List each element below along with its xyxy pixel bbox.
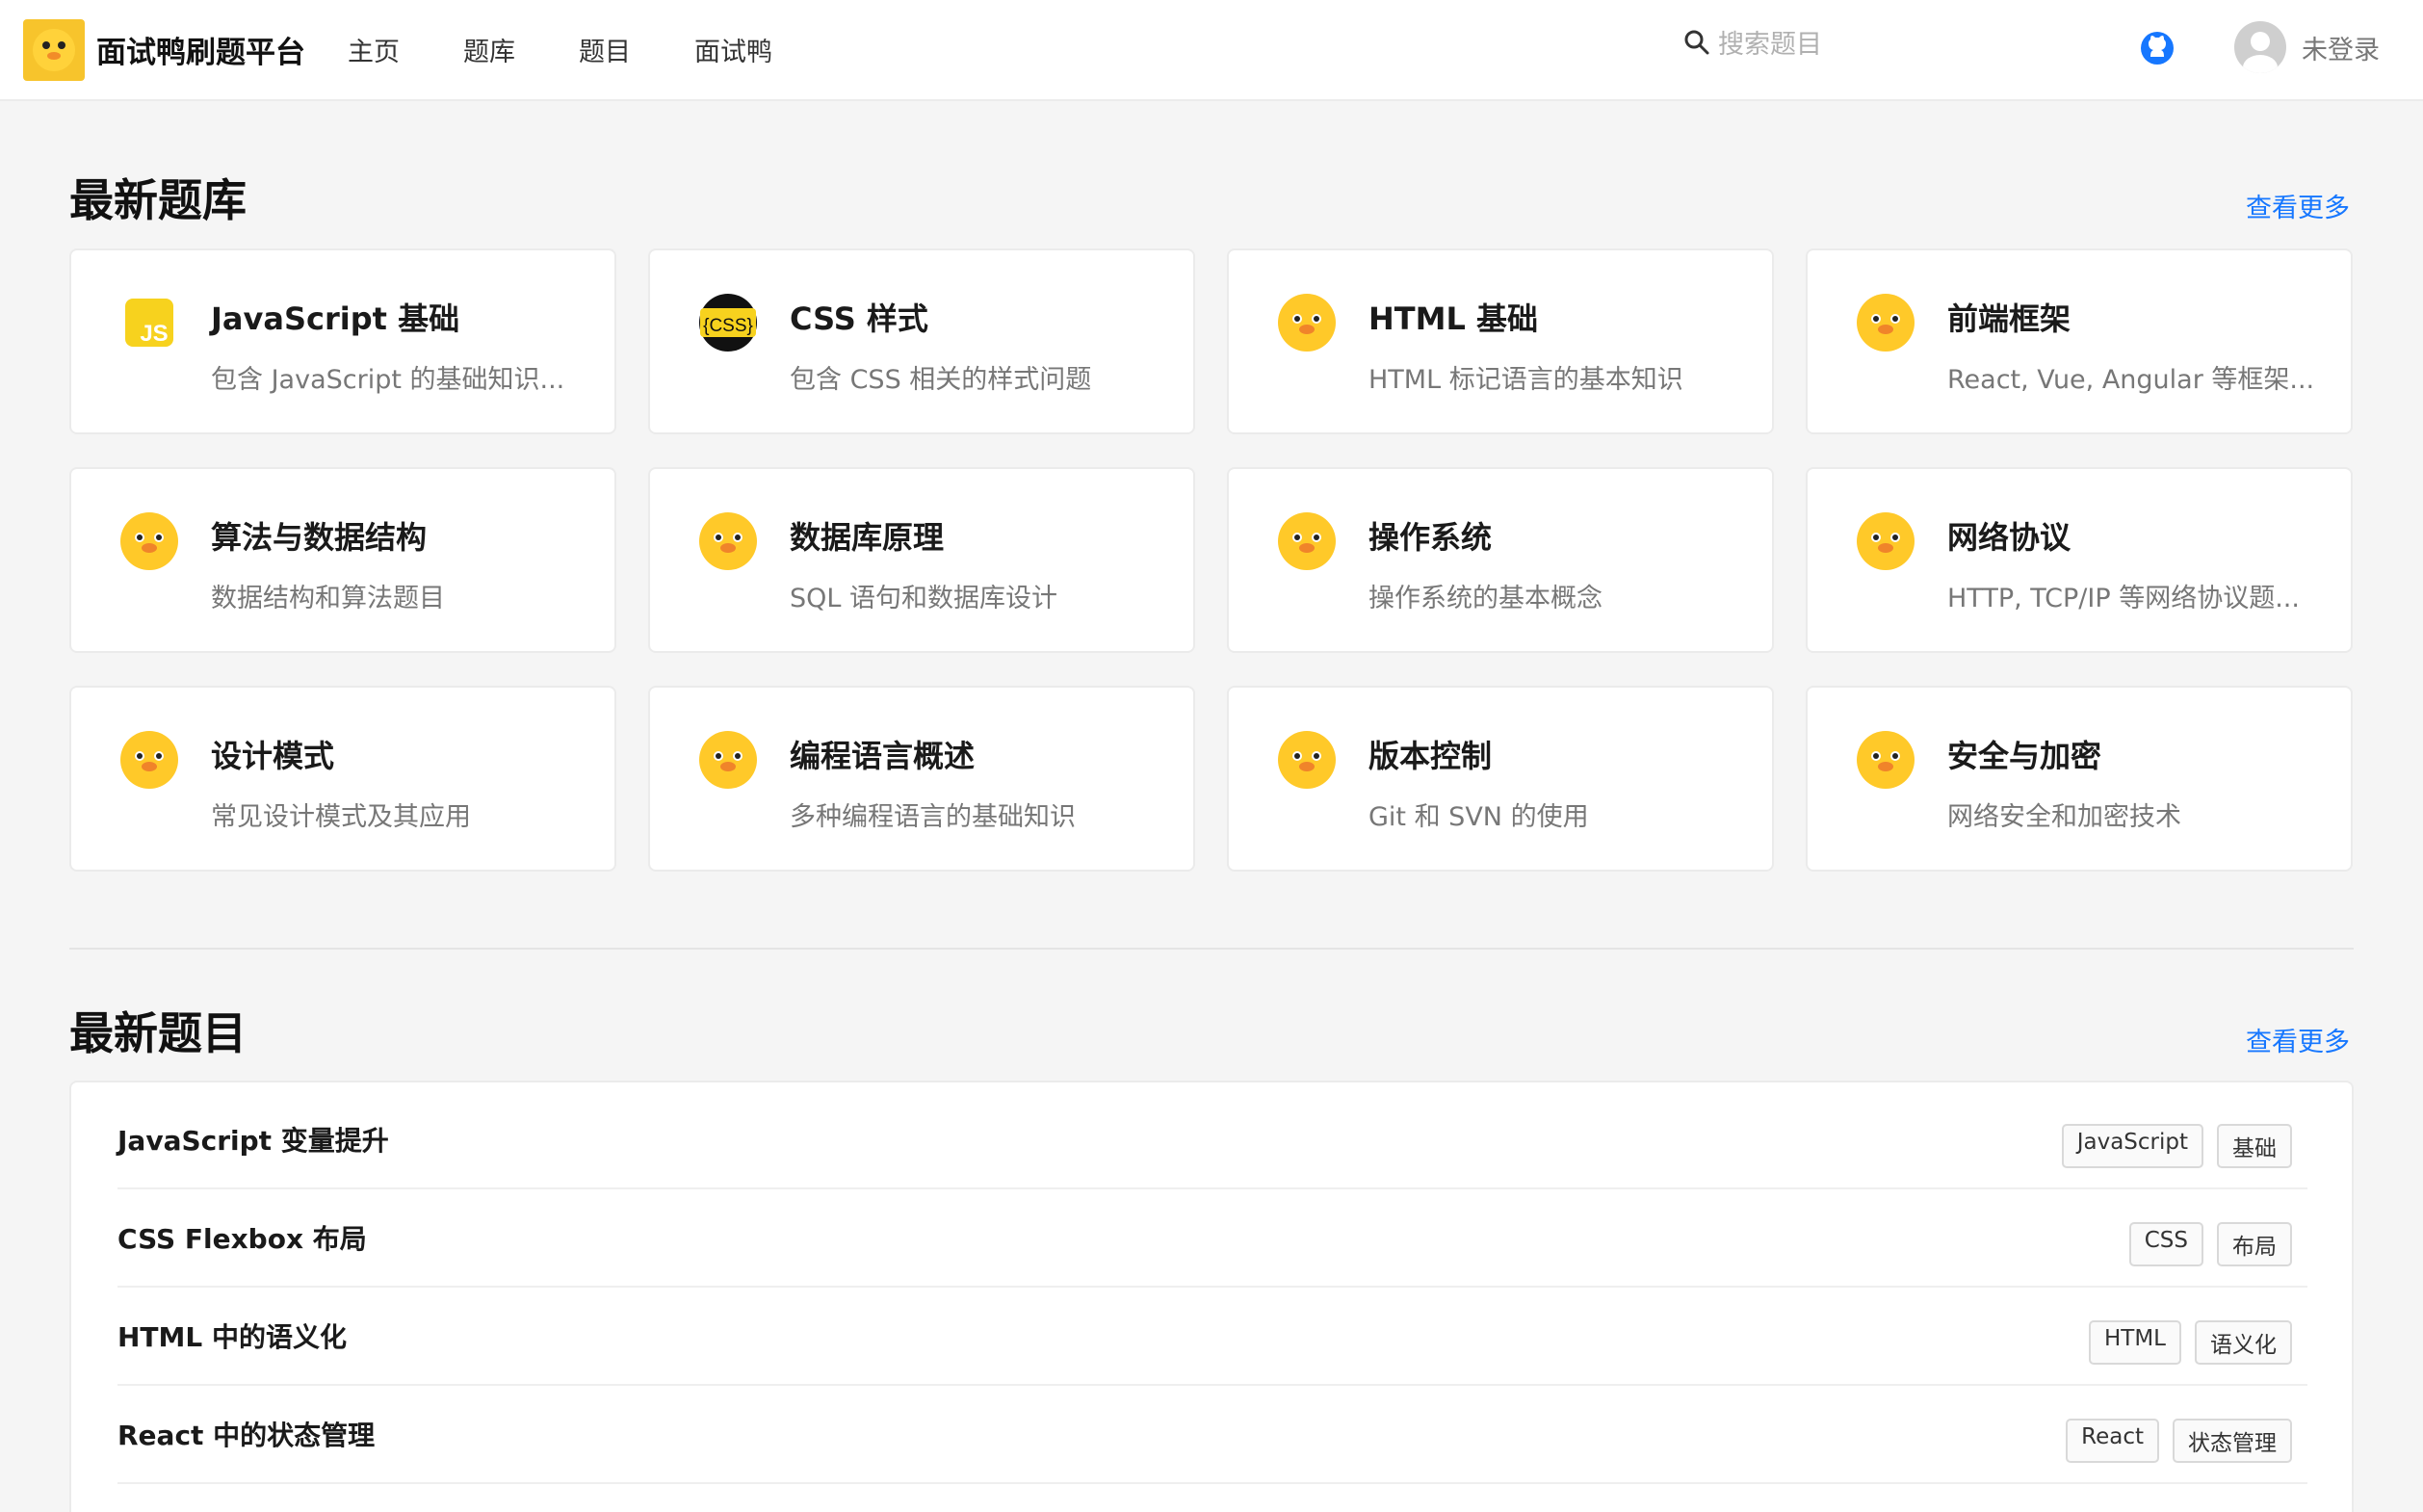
duck-icon (1856, 293, 1915, 352)
svg-text:{CSS}: {CSS} (703, 316, 753, 336)
bank-description: SQL 语句和数据库设计 (790, 584, 1058, 613)
duck-icon (1277, 293, 1337, 352)
question-tag[interactable]: 状态管理 (2173, 1419, 2292, 1463)
questions-more-link[interactable]: 查看更多 (2246, 1021, 2350, 1058)
bank-card[interactable]: 设计模式常见设计模式及其应用 (69, 686, 616, 872)
banks-section-title: 最新题库 (69, 174, 247, 226)
question-row[interactable]: JavaScript 变量提升 JavaScript 基础 (117, 1091, 2307, 1189)
bank-title: HTML 基础 (1368, 300, 1538, 337)
section-divider (69, 948, 2354, 950)
brand-name: 面试鸭刷题平台 (96, 36, 305, 70)
nav-item-home[interactable]: 主页 (348, 31, 400, 68)
bank-description: HTTP, TCP/IP 等网络协议题... (1947, 584, 2300, 613)
duck-logo-icon (23, 18, 85, 81)
question-row[interactable]: React 中的状态管理 React 状态管理 (117, 1386, 2307, 1484)
bank-card[interactable]: {CSS} CSS 样式包含 CSS 相关的样式问题 (648, 248, 1195, 434)
bank-description: Git 和 SVN 的使用 (1368, 802, 1589, 832)
question-title[interactable]: JavaScript 变量提升 (117, 1120, 389, 1159)
js-icon: JS (119, 293, 179, 352)
question-tags: JavaScript 基础 (2048, 1124, 2292, 1168)
bank-card[interactable]: JS JavaScript 基础包含 JavaScript 的基础知识... (69, 248, 616, 434)
nav-item-banks[interactable]: 题库 (463, 31, 515, 68)
question-tag[interactable]: React (2066, 1419, 2159, 1463)
duck-icon (698, 511, 758, 571)
duck-icon (1856, 730, 1915, 790)
bank-description: 包含 JavaScript 的基础知识... (211, 365, 565, 395)
github-icon[interactable] (2140, 31, 2175, 65)
svg-text:JS: JS (140, 321, 168, 347)
bank-card[interactable]: 网络协议 HTTP, TCP/IP 等网络协议题... (1806, 467, 2353, 653)
css-icon: {CSS} (698, 293, 758, 352)
bank-card[interactable]: HTML 基础 HTML 标记语言的基本知识 (1227, 248, 1774, 434)
bank-title: 版本控制 (1368, 738, 1493, 774)
question-tag[interactable]: 布局 (2217, 1222, 2292, 1266)
bank-card[interactable]: 算法与数据结构数据结构和算法题目 (69, 467, 616, 653)
bank-description: 多种编程语言的基础知识 (790, 802, 1076, 832)
bank-description: React, Vue, Angular 等框架... (1947, 365, 2315, 395)
bank-description: 包含 CSS 相关的样式问题 (790, 365, 1092, 395)
bank-title: 数据库原理 (790, 519, 945, 556)
duck-icon (119, 730, 179, 790)
bank-card[interactable]: 前端框架 React, Vue, Angular 等框架... (1806, 248, 2353, 434)
question-tags: CSS 布局 (2116, 1222, 2292, 1266)
question-tag[interactable]: 基础 (2217, 1124, 2292, 1168)
duck-icon (1277, 730, 1337, 790)
nav-item-mianshiya[interactable]: 面试鸭 (694, 31, 772, 68)
banks-more-link[interactable]: 查看更多 (2246, 187, 2350, 224)
question-row[interactable]: CSS Flexbox 布局 CSS 布局 (117, 1189, 2307, 1288)
search-icon[interactable] (1683, 29, 1710, 60)
bank-title: 前端框架 (1947, 300, 2071, 337)
duck-icon (698, 730, 758, 790)
bank-description: 常见设计模式及其应用 (211, 802, 471, 832)
question-tag[interactable]: HTML (2088, 1320, 2181, 1365)
bank-title: 安全与加密 (1947, 738, 2102, 774)
question-tag[interactable]: CSS (2128, 1222, 2203, 1266)
brand[interactable]: 面试鸭刷题平台 (23, 18, 305, 81)
bank-card[interactable]: 操作系统操作系统的基本概念 (1227, 467, 1774, 653)
question-title[interactable]: CSS Flexbox 布局 (117, 1218, 367, 1257)
duck-icon (119, 511, 179, 571)
bank-description: 数据结构和算法题目 (211, 584, 445, 613)
main-nav: 主页 题库 题目 面试鸭 (348, 31, 836, 68)
bank-description: HTML 标记语言的基本知识 (1368, 365, 1683, 395)
bank-title: 算法与数据结构 (211, 519, 428, 556)
nav-item-questions[interactable]: 题目 (579, 31, 631, 68)
question-tag[interactable]: JavaScript (2061, 1124, 2203, 1168)
bank-title: 编程语言概述 (790, 738, 976, 774)
bank-card[interactable]: 数据库原理 SQL 语句和数据库设计 (648, 467, 1195, 653)
search-input[interactable] (1718, 29, 1911, 60)
login-status: 未登录 (2302, 35, 2380, 65)
question-list: JavaScript 变量提升 JavaScript 基础 CSS Flexbox 布… (69, 1081, 2354, 1512)
duck-icon (1277, 511, 1337, 571)
question-tags: React 状态管理 (2052, 1419, 2292, 1463)
question-row[interactable]: HTML 中的语义化 HTML 语义化 (117, 1288, 2307, 1386)
user-menu[interactable]: 未登录 (2234, 21, 2380, 73)
bank-card[interactable]: 安全与加密网络安全和加密技术 (1806, 686, 2353, 872)
bank-title: 设计模式 (211, 738, 335, 774)
bank-description: 操作系统的基本概念 (1368, 584, 1602, 613)
questions-section-title: 最新题目 (69, 1007, 247, 1059)
duck-icon (1856, 511, 1915, 571)
bank-title: 操作系统 (1368, 519, 1493, 556)
bank-title: 网络协议 (1947, 519, 2071, 556)
bank-card[interactable]: 编程语言概述多种编程语言的基础知识 (648, 686, 1195, 872)
bank-title: CSS 样式 (790, 300, 928, 337)
question-tag[interactable]: 语义化 (2195, 1320, 2292, 1365)
search-box (1683, 29, 1911, 60)
question-tags: HTML 语义化 (2075, 1320, 2292, 1365)
bank-grid: JS JavaScript 基础包含 JavaScript 的基础知识... {CS… (69, 248, 2354, 872)
top-nav-bar: 面试鸭刷题平台 主页 题库 题目 面试鸭 未登录 (0, 0, 2423, 101)
bank-title: JavaScript 基础 (211, 300, 460, 337)
question-title[interactable]: HTML 中的语义化 (117, 1316, 347, 1355)
question-title[interactable]: React 中的状态管理 (117, 1415, 375, 1453)
bank-card[interactable]: 版本控制 Git 和 SVN 的使用 (1227, 686, 1774, 872)
bank-description: 网络安全和加密技术 (1947, 802, 2181, 832)
user-avatar-icon (2234, 21, 2286, 73)
